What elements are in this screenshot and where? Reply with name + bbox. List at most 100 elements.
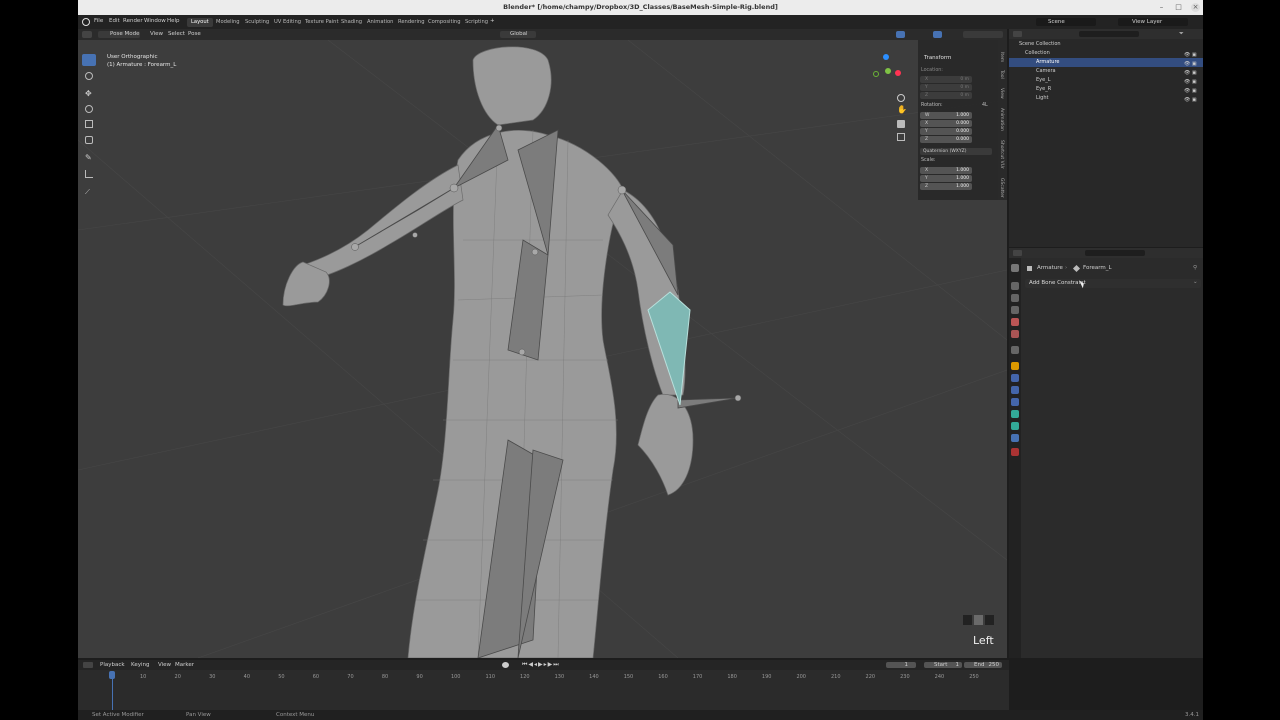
zoom-icon[interactable] [897, 94, 905, 102]
rotation-mode-dropdown[interactable]: Quaternion (WXYZ) [920, 148, 992, 155]
rotation-x-field[interactable]: X 0.000 [920, 120, 972, 127]
location-x-field[interactable]: X0 m [920, 76, 972, 83]
properties-editor-type-button[interactable] [1013, 250, 1022, 256]
tab-shortcut-vur[interactable]: Shortcut VUr [999, 140, 1004, 169]
menu-window[interactable]: Window [144, 18, 166, 25]
scale-z-field[interactable]: Z 1.000 [920, 183, 972, 190]
annotate-tool-icon[interactable]: ✎ [85, 154, 93, 162]
scale-y-field[interactable]: Y 1.000 [920, 175, 972, 182]
scene-tab-icon[interactable] [1011, 318, 1019, 326]
close-button[interactable]: × [1191, 3, 1200, 12]
location-z-field[interactable]: Z0 m [920, 92, 972, 99]
z-axis-icon[interactable] [883, 54, 889, 60]
tab-sculpting[interactable]: Sculpting [241, 18, 273, 27]
editor-type-button[interactable] [82, 31, 92, 38]
view-layer-selector[interactable]: View Layer [1118, 18, 1188, 26]
rotation-z-field[interactable]: Z 0.000 [920, 136, 972, 143]
outliner-scene-collection[interactable]: Scene Collection [1009, 40, 1203, 49]
tab-gscatter[interactable]: GScatter [999, 178, 1004, 198]
mode-dropdown[interactable]: Pose Mode [98, 31, 140, 38]
menu-help[interactable]: Help [167, 18, 180, 25]
tab-animation[interactable]: Animation [363, 18, 397, 27]
pan-hand-icon[interactable]: ✋ [897, 106, 907, 114]
outliner-item-light[interactable]: Light [1009, 94, 1203, 103]
outliner-search-input[interactable] [1079, 31, 1139, 37]
move-tool-icon[interactable]: ✥ [85, 90, 93, 98]
rotation-y-field[interactable]: Y 0.000 [920, 128, 972, 135]
perspective-toggle-icon[interactable] [897, 133, 905, 141]
3d-viewport[interactable]: ✥ ✎ ⟋ User Orthographic (1) Armature : F… [78, 40, 1007, 658]
tool-tab-icon[interactable] [1011, 264, 1019, 272]
bone-constraint-tab-icon[interactable] [1011, 434, 1019, 442]
blender-logo-icon[interactable] [82, 18, 90, 26]
viewport-gizmo-toggle[interactable] [896, 31, 905, 38]
tab-scripting[interactable]: Scripting [461, 18, 492, 27]
location-y-field[interactable]: Y0 m [920, 84, 972, 91]
modifier-tab-icon[interactable] [1011, 374, 1019, 382]
y-axis-positive-icon[interactable] [885, 68, 891, 74]
x-axis-icon[interactable] [895, 70, 901, 76]
render-tab-icon[interactable] [1011, 282, 1019, 290]
tab-view[interactable]: View [999, 88, 1004, 99]
view-layer-tab-icon[interactable] [1011, 306, 1019, 314]
properties-search-input[interactable] [1085, 250, 1145, 256]
timeline-tick-label: 210 [831, 674, 841, 680]
shading-mode-buttons[interactable] [963, 31, 1003, 38]
visibility-toggles[interactable]: 👁 ▣ 👁 ▣ 👁 ▣ 👁 ▣ 👁 ▣ 👁 ▣ [1184, 51, 1200, 103]
navigation-gizmo[interactable] [873, 54, 903, 84]
physics-tab-icon[interactable] [1011, 398, 1019, 406]
menu-edit[interactable]: Edit [109, 18, 120, 25]
add-workspace-button[interactable]: + [490, 18, 495, 25]
orientation-dropdown[interactable]: Global [500, 31, 536, 38]
particles-tab-icon[interactable] [1011, 386, 1019, 394]
rotate-tool-icon[interactable] [85, 105, 93, 113]
maximize-button[interactable]: □ [1174, 3, 1183, 12]
pin-icon[interactable]: ⚲ [1193, 265, 1197, 272]
bone-size-tool-icon[interactable]: ⟋ [85, 188, 93, 196]
outliner-item-camera[interactable]: Camera [1009, 67, 1203, 76]
filter-icon[interactable]: ⏷ [1179, 30, 1184, 38]
add-bone-constraint-button[interactable]: Add Bone Constraint ⌄ [1025, 279, 1201, 288]
scale-tool-icon[interactable] [85, 120, 93, 128]
outliner-item-eye-l[interactable]: Eye_L [1009, 76, 1203, 85]
output-tab-icon[interactable] [1011, 294, 1019, 302]
menu-render[interactable]: Render [123, 18, 143, 25]
tab-uv-editing[interactable]: UV Editing [270, 18, 305, 27]
overlay-toggle[interactable] [933, 31, 942, 38]
armature-data-tab-icon[interactable] [1011, 422, 1019, 430]
y-axis-icon[interactable] [873, 71, 879, 77]
outliner-item-eye-r[interactable]: Eye_R [1009, 85, 1203, 94]
measure-tool-icon[interactable] [85, 170, 93, 178]
transform-tool-icon[interactable] [85, 136, 93, 144]
tab-item[interactable]: Item [999, 52, 1004, 62]
outliner-collection[interactable]: Collection [1009, 49, 1203, 58]
texture-tab-icon[interactable] [1011, 448, 1019, 456]
constraints-tab-icon[interactable] [1011, 410, 1019, 418]
object-tab-icon[interactable] [1011, 362, 1019, 370]
scale-x-field[interactable]: X 1.000 [920, 167, 972, 174]
cursor-tool-icon[interactable] [85, 72, 93, 80]
minimize-button[interactable]: – [1157, 3, 1166, 12]
rotation-w-field[interactable]: W 1.000 [920, 112, 972, 119]
tab-modeling[interactable]: Modeling [212, 18, 244, 27]
scene-selector[interactable]: Scene [1036, 18, 1096, 26]
menu-view[interactable]: View [150, 31, 163, 38]
menu-select[interactable]: Select [168, 31, 185, 38]
timeline-ruler[interactable]: 10 20 30 40 50 60 70 80 90 100 110 120 130 140 150 160 1… [78, 660, 1009, 710]
tab-layout[interactable]: Layout [187, 18, 213, 27]
tab-shading[interactable]: Shading [337, 18, 366, 27]
timeline-tick-label: 160 [658, 674, 668, 680]
tab-tool[interactable]: Tool [999, 70, 1004, 79]
menu-pose[interactable]: Pose [188, 31, 201, 38]
outliner-editor-type-button[interactable] [1013, 31, 1022, 37]
tab-compositing[interactable]: Compositing [424, 18, 465, 27]
properties-editor: Armature › Forearm_L ⚲ Add Bone Constrai… [1009, 248, 1203, 658]
outliner-item-armature[interactable]: Armature [1009, 58, 1203, 67]
timeline-tick-label: 180 [727, 674, 737, 680]
collection-tab-icon[interactable] [1011, 346, 1019, 354]
tab-animation-sidebar[interactable]: Animation [999, 108, 1004, 131]
menu-file[interactable]: File [94, 18, 103, 25]
select-tool-icon[interactable] [82, 54, 96, 66]
world-tab-icon[interactable] [1011, 330, 1019, 338]
camera-view-icon[interactable] [897, 120, 905, 128]
